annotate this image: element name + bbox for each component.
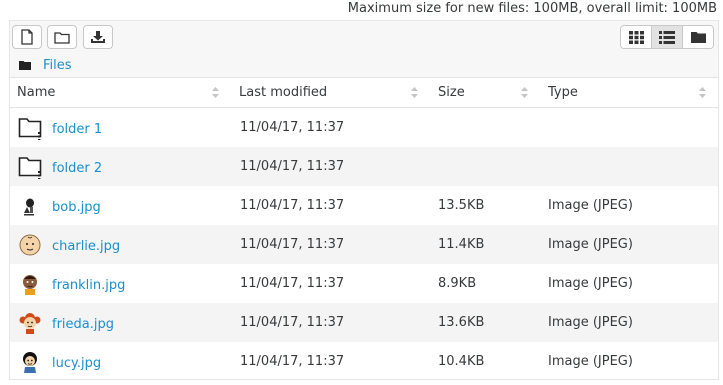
file-size: 8.9KB xyxy=(438,276,477,291)
column-type-label: Type xyxy=(548,85,578,100)
add-file-button[interactable] xyxy=(12,25,42,49)
download-icon xyxy=(91,31,105,43)
modified-date: 11/04/17, 11:37 xyxy=(240,120,345,135)
column-modified-label: Last modified xyxy=(239,85,328,100)
file-type: Image (JPEG) xyxy=(548,276,633,291)
file-type: Image (JPEG) xyxy=(548,198,633,213)
column-header-size[interactable]: Size xyxy=(429,77,539,108)
modified-date: 11/04/17, 11:37 xyxy=(240,315,345,330)
file-name-link[interactable]: folder 2 xyxy=(52,161,102,176)
sort-icon xyxy=(212,87,219,98)
sort-icon xyxy=(411,87,418,98)
file-size: 13.6KB xyxy=(438,315,485,330)
file-size: 13.5KB xyxy=(438,198,485,213)
download-all-button[interactable] xyxy=(83,25,113,49)
lucy-thumbnail-icon xyxy=(23,352,37,373)
grid-view-button[interactable] xyxy=(621,26,652,48)
file-name-link[interactable]: frieda.jpg xyxy=(52,317,114,332)
sort-icon xyxy=(521,87,528,98)
frieda-thumbnail-icon xyxy=(19,313,41,334)
table-row[interactable]: bob.jpg 11/04/17, 11:37 13.5KB Image (JP… xyxy=(10,186,718,225)
breadcrumb: Files xyxy=(10,55,718,77)
table-row[interactable]: charlie.jpg 11/04/17, 11:37 11.4KB Image… xyxy=(10,225,718,264)
file-size: 11.4KB xyxy=(438,237,485,252)
view-mode-toggle xyxy=(620,25,714,49)
file-manager-toolbar xyxy=(10,21,718,56)
list-view-button[interactable] xyxy=(652,26,683,48)
modified-date: 11/04/17, 11:37 xyxy=(240,276,345,291)
file-name-link[interactable]: lucy.jpg xyxy=(52,356,101,371)
file-icon xyxy=(21,29,33,45)
column-header-type[interactable]: Type xyxy=(539,77,718,108)
table-row[interactable]: lucy.jpg 11/04/17, 11:37 10.4KB Image (J… xyxy=(10,342,718,381)
column-header-name[interactable]: Name xyxy=(10,77,230,108)
table-row[interactable]: frieda.jpg 11/04/17, 11:37 13.6KB Image … xyxy=(10,303,718,342)
grid-icon xyxy=(628,30,644,44)
table-row[interactable]: franklin.jpg 11/04/17, 11:37 8.9KB Image… xyxy=(10,264,718,303)
folder-icon xyxy=(54,31,70,44)
file-type: Image (JPEG) xyxy=(548,315,633,330)
folder-icon xyxy=(18,118,42,140)
create-folder-button[interactable] xyxy=(47,25,77,49)
file-manager: Files Name Last modified Size Type folde… xyxy=(9,20,719,380)
file-name-link[interactable]: bob.jpg xyxy=(52,200,101,215)
table-row[interactable]: folder 2 11/04/17, 11:37 xyxy=(10,147,718,186)
modified-date: 11/04/17, 11:37 xyxy=(240,159,345,174)
file-type: Image (JPEG) xyxy=(548,354,633,369)
breadcrumb-files-link[interactable]: Files xyxy=(43,57,72,75)
upload-limits-text: Maximum size for new files: 100MB, overa… xyxy=(347,1,717,16)
column-name-label: Name xyxy=(17,85,56,100)
list-icon xyxy=(659,30,675,44)
folder-icon xyxy=(690,32,706,43)
tree-view-button[interactable] xyxy=(683,26,713,48)
table-row[interactable]: folder 1 11/04/17, 11:37 xyxy=(10,108,718,148)
bob-thumbnail-icon xyxy=(24,198,34,216)
folder-icon xyxy=(18,157,42,179)
file-name-link[interactable]: franklin.jpg xyxy=(52,278,125,293)
franklin-thumbnail-icon xyxy=(23,275,37,295)
file-name-link[interactable]: charlie.jpg xyxy=(52,239,120,254)
charlie-thumbnail-icon xyxy=(19,234,41,256)
file-name-link[interactable]: folder 1 xyxy=(52,122,102,137)
modified-date: 11/04/17, 11:37 xyxy=(240,237,345,252)
folder-icon xyxy=(19,61,31,70)
file-size: 10.4KB xyxy=(438,354,485,369)
file-table: Name Last modified Size Type folder 1 11… xyxy=(10,77,718,381)
column-header-modified[interactable]: Last modified xyxy=(230,77,429,108)
modified-date: 11/04/17, 11:37 xyxy=(240,354,345,369)
modified-date: 11/04/17, 11:37 xyxy=(240,198,345,213)
sort-icon xyxy=(699,87,706,98)
column-size-label: Size xyxy=(438,85,465,100)
file-type: Image (JPEG) xyxy=(548,237,633,252)
